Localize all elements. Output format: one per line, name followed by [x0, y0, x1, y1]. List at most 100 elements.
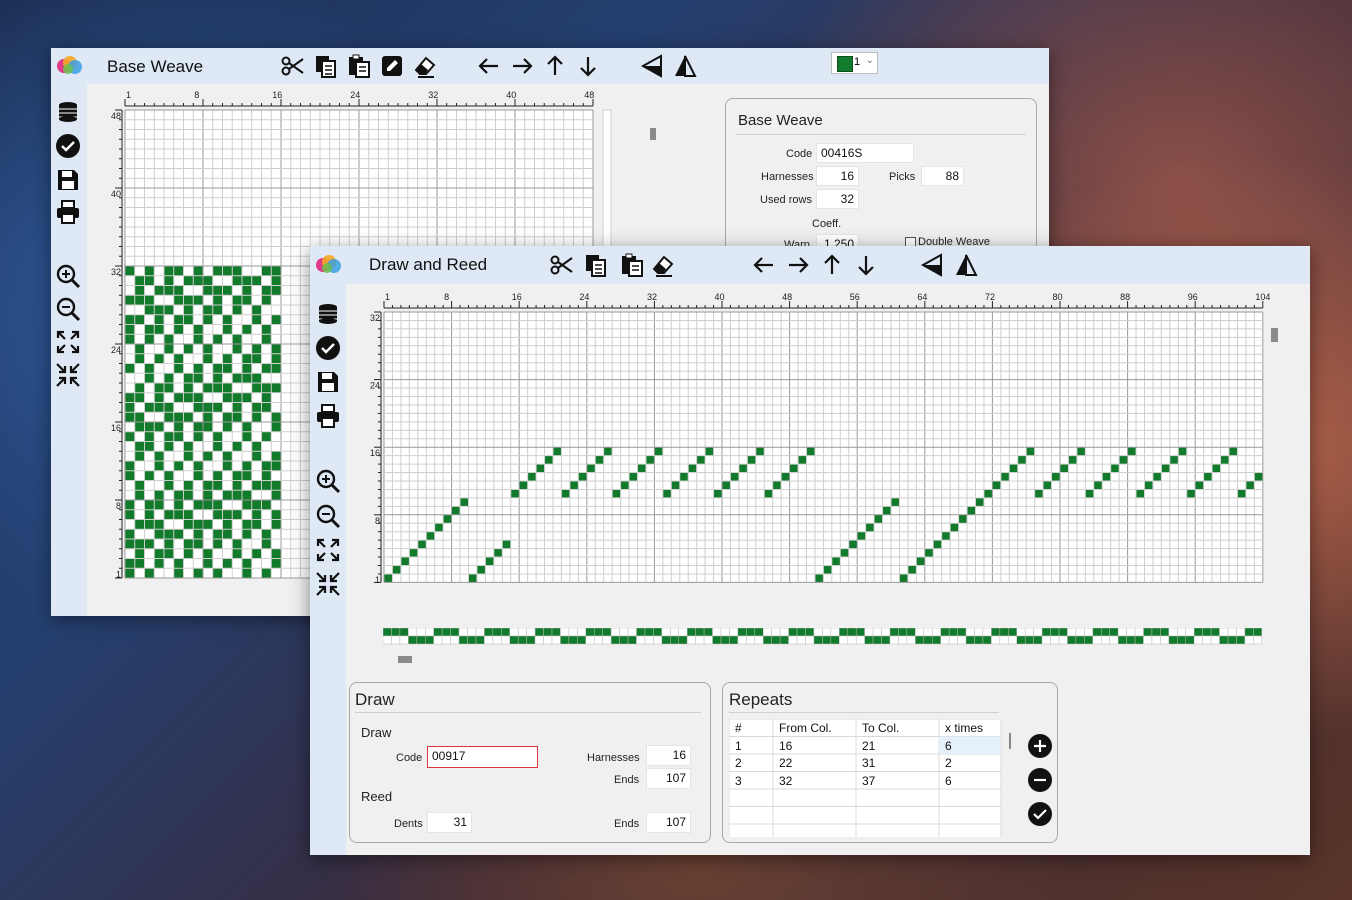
arrow-left-icon[interactable]: [476, 53, 502, 79]
table-cell[interactable]: 2: [735, 756, 742, 770]
collapse-icon[interactable]: [314, 570, 342, 598]
zoom-out-icon[interactable]: [314, 502, 342, 530]
reed-cell: [1185, 628, 1195, 637]
weave-cell: [203, 519, 213, 530]
expand-icon[interactable]: [54, 328, 82, 356]
eraser-icon[interactable]: [650, 252, 676, 278]
arrow-right-icon[interactable]: [509, 53, 535, 79]
weave-cell: [242, 500, 252, 510]
vertical-scroll-thumb[interactable]: [650, 128, 656, 140]
pencil-box-icon[interactable]: [379, 53, 405, 79]
weave-cell: [164, 509, 174, 520]
collapse-icon[interactable]: [54, 361, 82, 389]
used-rows-field[interactable]: 32: [816, 189, 859, 209]
reed-cell: [560, 628, 570, 637]
table-cell[interactable]: 37: [862, 774, 875, 788]
weave-cell: [251, 412, 262, 422]
copy-icon[interactable]: [313, 53, 339, 79]
zoom-in-icon[interactable]: [314, 467, 342, 495]
flip-vertical-icon[interactable]: [639, 53, 665, 79]
flip-vertical-icon[interactable]: [919, 252, 945, 278]
reed-cell: [1067, 635, 1077, 645]
weave-cell: [603, 447, 613, 456]
table-scroll-thumb[interactable]: [1009, 733, 1011, 749]
print-icon[interactable]: [54, 198, 82, 226]
minus-circle-icon[interactable]: [1027, 767, 1053, 793]
scissors-icon[interactable]: [549, 252, 575, 278]
reed-cell: [450, 635, 460, 645]
code-field[interactable]: 00917: [427, 746, 538, 768]
coins-icon[interactable]: [54, 98, 82, 126]
color-select[interactable]: 1 ⌄: [831, 52, 878, 74]
weave-cell: [144, 509, 155, 520]
flip-horizontal-icon[interactable]: [953, 252, 979, 278]
scissors-icon[interactable]: [280, 53, 306, 79]
arrow-down-icon[interactable]: [853, 252, 879, 278]
table-cell[interactable]: 16: [779, 739, 792, 753]
reed-cell: [889, 628, 899, 637]
code-field[interactable]: 00416S: [816, 143, 914, 163]
check-circle-icon[interactable]: [314, 334, 342, 362]
weave-cell: [144, 431, 155, 442]
table-cell[interactable]: 31: [862, 756, 875, 770]
weave-cell: [271, 314, 281, 325]
ends-field[interactable]: 107: [646, 768, 691, 789]
paste-icon[interactable]: [619, 252, 645, 278]
harnesses-field[interactable]: 16: [646, 745, 691, 766]
table-cell[interactable]: 6: [945, 774, 952, 788]
table-cell[interactable]: 2: [945, 756, 952, 770]
weave-cell: [251, 353, 262, 364]
reed-strip[interactable]: [383, 628, 1263, 646]
arrow-down-icon[interactable]: [575, 53, 601, 79]
paste-icon[interactable]: [346, 53, 372, 79]
weave-cell: [251, 509, 262, 520]
weave-cell: [242, 363, 252, 374]
reed-cell: [999, 628, 1009, 637]
arrow-left-icon[interactable]: [751, 252, 777, 278]
x-tick-label: 40: [506, 90, 516, 100]
weave-cell: [261, 402, 272, 413]
plus-circle-icon[interactable]: [1027, 733, 1053, 759]
table-cell[interactable]: 6: [945, 739, 952, 753]
draw-grid[interactable]: 1 8 16 24 32 40 48 56 64 72 80 88 96 104 32 24 16 8 1: [360, 290, 1270, 590]
arrow-up-icon[interactable]: [819, 252, 845, 278]
check-circle-icon[interactable]: [54, 132, 82, 160]
zoom-in-icon[interactable]: [54, 262, 82, 290]
table-cell[interactable]: 22: [779, 756, 792, 770]
weave-cell: [536, 464, 545, 473]
check-circle-icon[interactable]: [1027, 801, 1053, 827]
harnesses-field[interactable]: 16: [816, 166, 859, 186]
reed-cell: [383, 628, 392, 637]
horizontal-scroll-thumb[interactable]: [398, 656, 412, 663]
weave-cell: [212, 529, 223, 539]
coins-icon[interactable]: [314, 300, 342, 328]
reed-ends-field[interactable]: 107: [646, 812, 691, 833]
flip-horizontal-icon[interactable]: [672, 53, 698, 79]
weave-cell: [1093, 481, 1103, 490]
table-cell[interactable]: 21: [862, 739, 875, 753]
print-icon[interactable]: [314, 402, 342, 430]
table-cell[interactable]: 3: [735, 774, 742, 788]
picks-field[interactable]: 88: [921, 166, 964, 186]
save-icon[interactable]: [314, 368, 342, 396]
window-title: Draw and Reed: [369, 255, 488, 274]
copy-icon[interactable]: [583, 252, 609, 278]
dents-field[interactable]: 31: [427, 812, 472, 833]
weave-cell: [173, 363, 184, 374]
vertical-scroll-thumb[interactable]: [1271, 328, 1278, 342]
reed-cell: [670, 628, 679, 637]
arrow-right-icon[interactable]: [785, 252, 811, 278]
zoom-out-icon[interactable]: [54, 295, 82, 323]
reed-cell: [898, 635, 908, 645]
save-icon[interactable]: [54, 166, 82, 194]
table-cell[interactable]: 1: [735, 739, 742, 753]
eraser-icon[interactable]: [412, 53, 438, 79]
reed-cell: [771, 635, 781, 645]
weave-cell: [251, 451, 262, 461]
table-cell[interactable]: 32: [779, 774, 792, 788]
expand-icon[interactable]: [314, 536, 342, 564]
weave-cell: [831, 557, 841, 566]
reed-cell: [991, 635, 1001, 645]
weave-cell: [183, 480, 194, 491]
arrow-up-icon[interactable]: [542, 53, 568, 79]
